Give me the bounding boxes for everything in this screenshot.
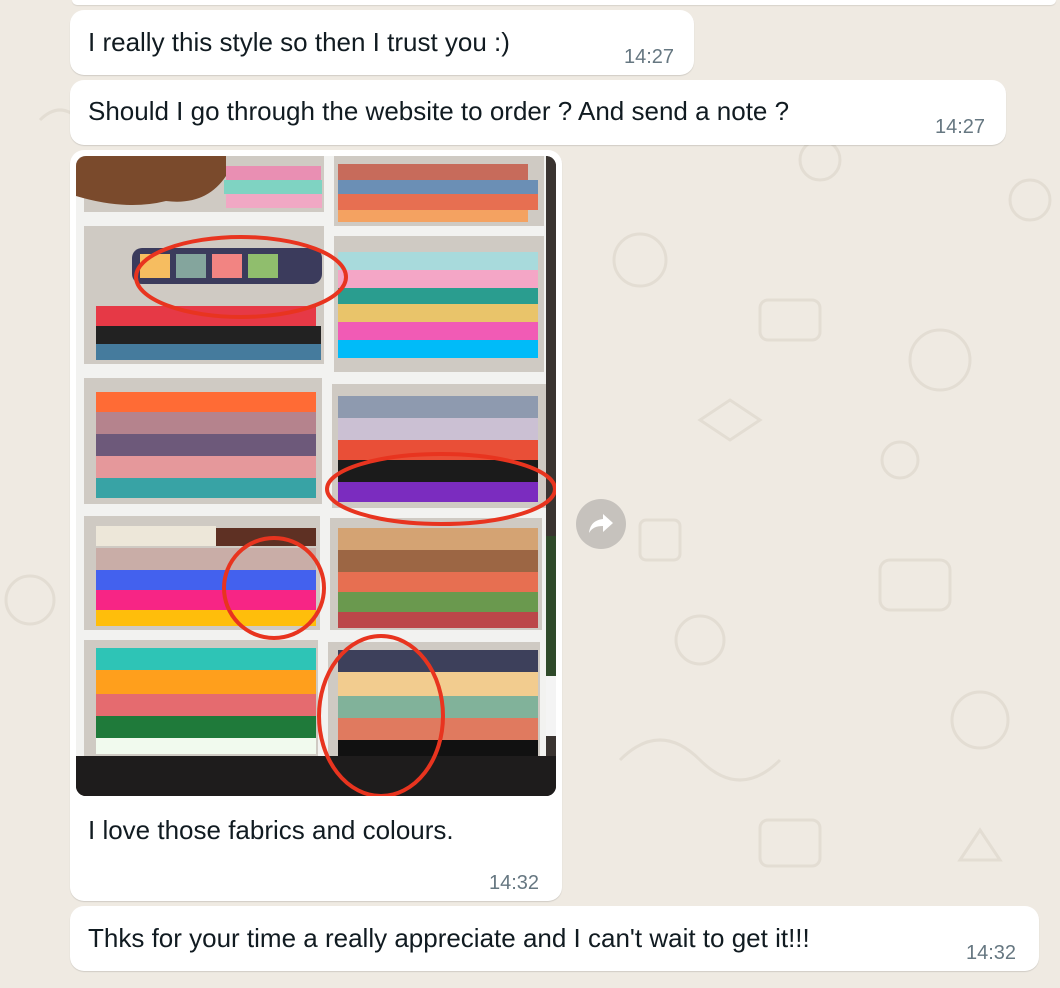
message-text: Should I go through the website to order… [88,96,790,126]
image-caption: I love those fabrics and colours. [88,815,454,845]
previous-message-edge [72,0,1056,5]
message-timestamp: 14:27 [935,116,986,138]
message-timestamp: 14:32 [489,872,540,894]
image-message-bubble[interactable]: I love those fabrics and colours. 14:32 [70,150,562,901]
message-bubble[interactable]: I really this style so then I trust you … [70,10,694,75]
message-bubble[interactable]: Should I go through the website to order… [70,80,1006,145]
shared-photo[interactable] [76,156,556,796]
forward-arrow-icon [589,514,613,533]
crochet-shelf-photo [76,156,556,796]
message-text: I really this style so then I trust you … [88,27,510,57]
forward-button[interactable] [576,499,626,549]
message-timestamp: 14:27 [624,46,675,68]
message-timestamp: 14:32 [966,942,1017,964]
message-text: Thks for your time a really appreciate a… [88,923,810,953]
message-bubble[interactable]: Thks for your time a really appreciate a… [70,906,1039,971]
